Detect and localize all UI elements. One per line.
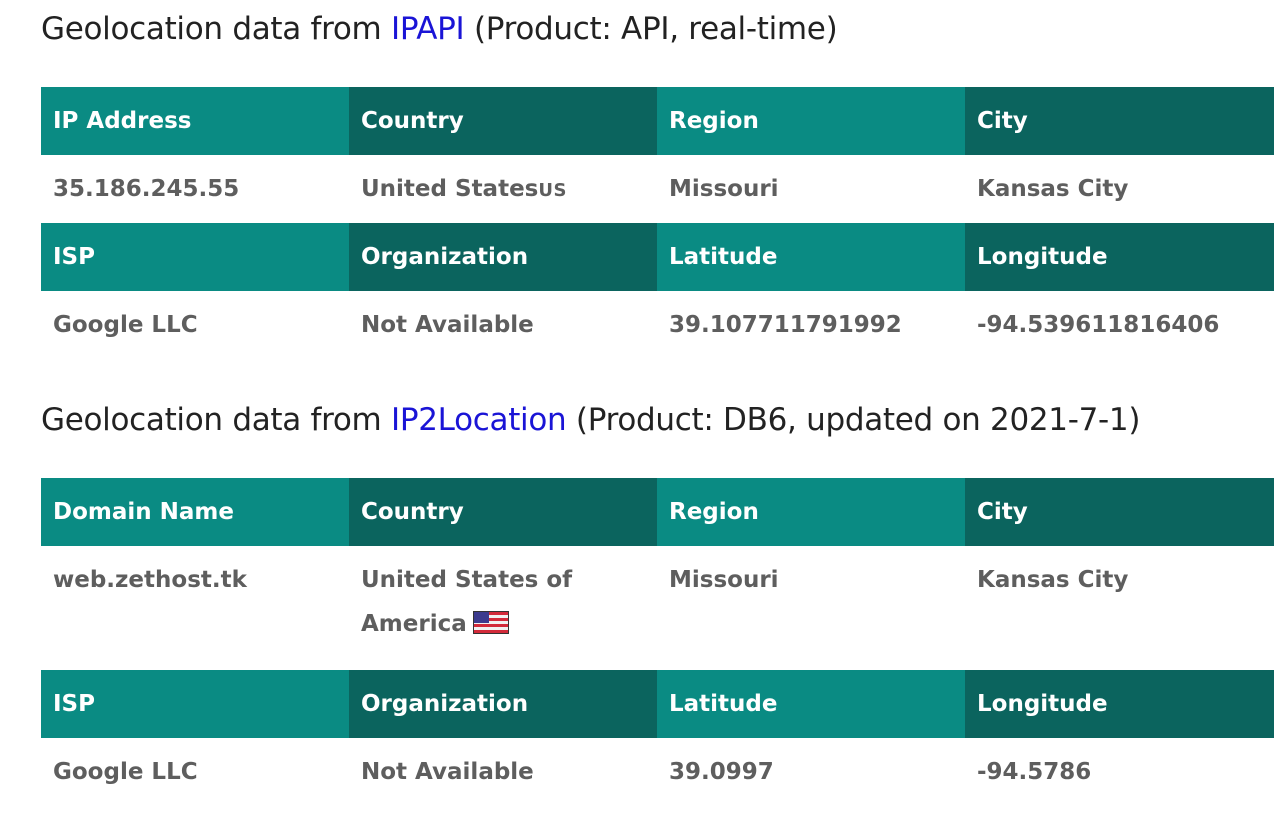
isp-value: Google LLC [53, 312, 198, 338]
ip2location-geo-table: Domain Name Country Region City web.zeth… [41, 478, 1274, 806]
header-isp: ISP [41, 670, 349, 738]
ipapi-link[interactable]: IPAPI [391, 11, 465, 47]
header-region: Region [657, 478, 965, 546]
country-value: United States of America [349, 546, 657, 670]
header-country: Country [349, 87, 657, 155]
region-value: Missouri [669, 567, 779, 593]
country-name: United States [361, 176, 539, 202]
organization-value: Not Available [361, 312, 534, 338]
value-row: 35.186.245.55 United StatesUS Missouri K… [41, 155, 1274, 223]
latitude-value: 39.0997 [669, 759, 774, 785]
title-prefix: Geolocation data from [41, 11, 391, 47]
header-domain-name: Domain Name [41, 478, 349, 546]
country-value: United StatesUS [349, 155, 657, 223]
country-code: US [538, 180, 567, 201]
ip2location-link[interactable]: IP2Location [391, 402, 567, 438]
header-organization: Organization [349, 223, 657, 291]
header-ip-address: IP Address [41, 87, 349, 155]
header-longitude: Longitude [965, 670, 1274, 738]
header-latitude: Latitude [657, 223, 965, 291]
header-city: City [965, 87, 1274, 155]
ip2location-section-title: Geolocation data from IP2Location (Produ… [41, 400, 1140, 440]
title-prefix: Geolocation data from [41, 402, 391, 438]
header-isp: ISP [41, 223, 349, 291]
header-latitude: Latitude [657, 670, 965, 738]
country-name: United States of America [361, 567, 573, 637]
longitude-value: -94.5786 [977, 759, 1092, 785]
header-row: ISP Organization Latitude Longitude [41, 670, 1274, 738]
city-value: Kansas City [977, 176, 1129, 202]
header-row: ISP Organization Latitude Longitude [41, 223, 1274, 291]
isp-value: Google LLC [53, 759, 198, 785]
value-row: web.zethost.tk United States of America … [41, 546, 1274, 670]
domain-name-value: web.zethost.tk [53, 567, 247, 593]
header-region: Region [657, 87, 965, 155]
ip-address-value: 35.186.245.55 [53, 176, 240, 202]
header-country: Country [349, 478, 657, 546]
value-row: Google LLC Not Available 39.107711791992… [41, 291, 1274, 359]
value-row: Google LLC Not Available 39.0997 -94.578… [41, 738, 1274, 806]
title-suffix: (Product: API, real-time) [464, 11, 838, 47]
ipapi-geo-table: IP Address Country Region City 35.186.24… [41, 87, 1274, 359]
longitude-value: -94.539611816406 [977, 312, 1220, 338]
region-value: Missouri [669, 176, 779, 202]
header-row: IP Address Country Region City [41, 87, 1274, 155]
header-city: City [965, 478, 1274, 546]
latitude-value: 39.107711791992 [669, 312, 902, 338]
organization-value: Not Available [361, 759, 534, 785]
header-longitude: Longitude [965, 223, 1274, 291]
title-suffix: (Product: DB6, updated on 2021-7-1) [566, 402, 1141, 438]
header-organization: Organization [349, 670, 657, 738]
header-row: Domain Name Country Region City [41, 478, 1274, 546]
ipapi-section-title: Geolocation data from IPAPI (Product: AP… [41, 9, 838, 49]
us-flag-icon [472, 611, 509, 634]
city-value: Kansas City [977, 567, 1129, 593]
